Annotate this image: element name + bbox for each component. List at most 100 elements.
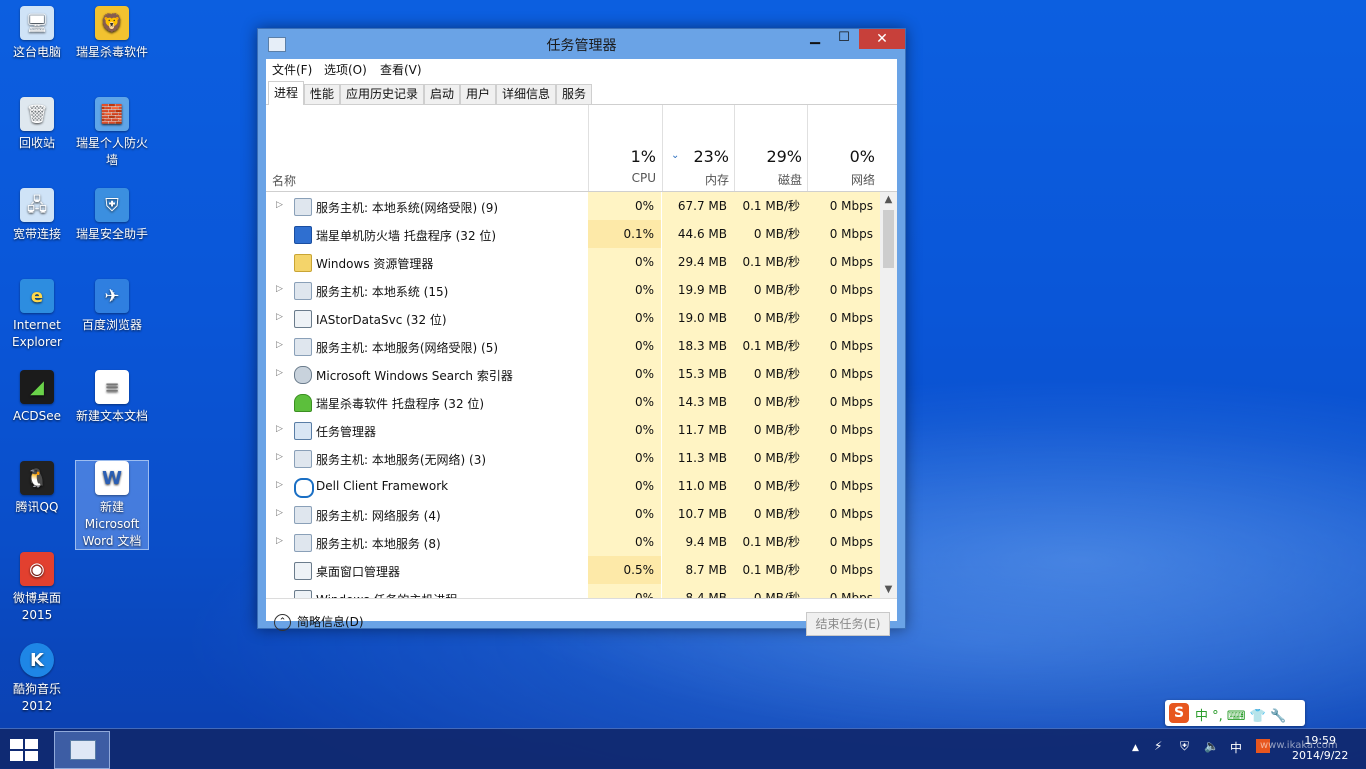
tray-overflow-icon[interactable]: ▲ (1132, 743, 1139, 753)
memory-cell: 15.3 MB (662, 360, 734, 388)
windows-logo-icon (25, 751, 38, 761)
expand-arrow-icon[interactable]: ▷ (276, 536, 283, 546)
desktop-icon-rising-antivirus[interactable]: 🦁 瑞星杀毒软件 (76, 6, 148, 61)
vertical-scrollbar[interactable]: ▲ ▼ (880, 192, 897, 598)
table-row[interactable]: 瑞星杀毒软件 托盘程序 (32 位) 0% 14.3 MB 0 MB/秒 0 Mbps (266, 388, 880, 416)
tab-performance[interactable]: 性能 (304, 84, 340, 104)
disk-cell: 0.1 MB/秒 (734, 528, 807, 556)
cpu-cell: 0% (588, 584, 661, 598)
scroll-up-arrow-icon[interactable]: ▲ (880, 192, 897, 208)
table-row[interactable]: ▷ 服务主机: 本地系统(网络受限) (9) 0% 67.7 MB 0.1 MB/秒 0 … (266, 192, 880, 220)
tab-services[interactable]: 服务 (556, 84, 592, 104)
ime-status-text[interactable]: 中 °, ⌨ 👕 🔧 (1195, 705, 1286, 724)
desktop-icon-internet-explorer[interactable]: e Internet Explorer (1, 279, 73, 351)
memory-cell: 29.4 MB (662, 248, 734, 276)
fewer-details-label: 简略信息(D) (297, 615, 364, 629)
expand-arrow-icon[interactable]: ▷ (276, 200, 283, 210)
desktop-icon-weibo[interactable]: ◉ 微博桌面 2015 (1, 552, 73, 624)
network-cell: 0 Mbps (807, 332, 880, 360)
table-row[interactable]: ▷ 任务管理器 0% 11.7 MB 0 MB/秒 0 Mbps (266, 416, 880, 444)
expand-arrow-icon[interactable]: ▷ (276, 424, 283, 434)
tab-startup[interactable]: 启动 (424, 84, 460, 104)
table-row[interactable]: 桌面窗口管理器 0.5% 8.7 MB 0.1 MB/秒 0 Mbps (266, 556, 880, 584)
column-cpu-header[interactable]: 1% CPU (588, 105, 662, 191)
desktop-icon-qq[interactable]: 🐧 腾讯QQ (1, 461, 73, 516)
scroll-thumb[interactable] (883, 210, 894, 268)
table-row[interactable]: ▷ Microsoft Windows Search 索引器 0% 15.3 MB 0 … (266, 360, 880, 388)
tab-app-history[interactable]: 应用历史记录 (340, 84, 424, 104)
table-row[interactable]: Windows 资源管理器 0% 29.4 MB 0.1 MB/秒 0 Mbps (266, 248, 880, 276)
task-manager-icon (294, 422, 312, 440)
desktop-icon-label: 微博桌面 2015 (12, 591, 61, 622)
input-language-indicator[interactable]: 中 (1230, 739, 1242, 756)
desktop-icon-baidu-browser[interactable]: ✈ 百度浏览器 (76, 279, 148, 334)
network-icon[interactable]: ⚡ (1154, 739, 1162, 753)
expand-arrow-icon[interactable]: ▷ (276, 508, 283, 518)
task-manager-icon (70, 740, 96, 760)
desktop-icon-label: ACDSee (13, 409, 61, 423)
desktop-icon-this-pc[interactable]: 🖥 这台电脑 (1, 6, 73, 61)
disk-label: 磁盘 (777, 173, 802, 187)
table-row[interactable]: ▷ IAStorDataSvc (32 位) 0% 19.0 MB 0 MB/秒 0 Mb… (266, 304, 880, 332)
taskbar-task-manager[interactable] (54, 731, 110, 769)
memory-total: 23% (693, 147, 729, 166)
table-row[interactable]: ▷ 服务主机: 网络服务 (4) 0% 10.7 MB 0 MB/秒 0 Mbps (266, 500, 880, 528)
table-row[interactable]: ▷ 服务主机: 本地服务(无网络) (3) 0% 11.3 MB 0 MB/秒 0 Mbp… (266, 444, 880, 472)
fewer-details-button[interactable]: ⌃ 简略信息(D) (274, 613, 364, 631)
desktop-icon-new-word-doc[interactable]: W 新建 Microsoft Word 文档 (75, 460, 149, 550)
expand-arrow-icon[interactable]: ▷ (276, 312, 283, 322)
maximize-button[interactable]: ☐ (830, 29, 858, 49)
expand-arrow-icon[interactable]: ▷ (276, 452, 283, 462)
scroll-down-arrow-icon[interactable]: ▼ (880, 582, 897, 598)
tab-users[interactable]: 用户 (460, 84, 496, 104)
end-task-button[interactable]: 结束任务(E) (806, 612, 890, 636)
desktop-icon-rising-assistant[interactable]: ⛨ 瑞星安全助手 (76, 188, 148, 243)
recycle-bin-icon: 🗑 (20, 97, 54, 131)
weibo-icon: ◉ (20, 552, 54, 586)
desktop-icon-acdsee[interactable]: ◢ ACDSee (1, 370, 73, 425)
title-bar[interactable]: 任务管理器 ▁ ☐ ✕ (258, 29, 905, 59)
table-row[interactable]: ▷ 服务主机: 本地服务 (8) 0% 9.4 MB 0.1 MB/秒 0 Mbps (266, 528, 880, 556)
memory-cell: 8.4 MB (662, 584, 734, 598)
desktop-icon-label: 新建 Microsoft Word 文档 (82, 500, 142, 548)
column-name-header[interactable]: 名称 (272, 172, 296, 189)
minimize-button[interactable]: ▁ (801, 29, 829, 49)
table-row[interactable]: Windows 任务的主机进程 0%8.4 MB0 MB/秒0 Mbps (266, 584, 880, 598)
table-row[interactable]: 瑞星单机防火墙 托盘程序 (32 位) 0.1% 44.6 MB 0 MB/秒 0 Mb… (266, 220, 880, 248)
expand-arrow-icon[interactable]: ▷ (276, 284, 283, 294)
security-tray-icon[interactable]: ⛨ (1180, 739, 1189, 754)
menu-view[interactable]: 查看(V) (380, 61, 422, 78)
network-cell: 0 Mbps (807, 276, 880, 304)
desktop-icon-broadband[interactable]: 🖧 宽带连接 (1, 188, 73, 243)
tab-details[interactable]: 详细信息 (496, 84, 556, 104)
desktop-icon-label: 瑞星个人防火墙 (76, 136, 149, 167)
tab-processes[interactable]: 进程 (268, 81, 304, 105)
desktop-icon-new-text-doc[interactable]: ≡ 新建文本文档 (76, 370, 148, 425)
volume-icon[interactable]: 🔈 (1204, 739, 1219, 753)
expand-arrow-icon[interactable]: ▷ (276, 340, 283, 350)
table-row[interactable]: ▷ Dell Client Framework 0% 11.0 MB 0 MB/秒 0 M… (266, 472, 880, 500)
table-row[interactable]: ▷ 服务主机: 本地系统 (15) 0% 19.9 MB 0 MB/秒 0 Mbps (266, 276, 880, 304)
start-button[interactable] (10, 739, 38, 761)
expand-arrow-icon[interactable]: ▷ (276, 480, 283, 490)
menu-file[interactable]: 文件(F) (272, 61, 312, 78)
desktop-icon-recycle-bin[interactable]: 🗑 回收站 (1, 97, 73, 152)
desktop-icon-kugou[interactable]: K 酷狗音乐 2012 (1, 643, 73, 715)
disk-cell: 0 MB/秒 (734, 220, 807, 248)
expand-arrow-icon[interactable]: ▷ (276, 368, 283, 378)
menu-options[interactable]: 选项(O) (324, 61, 367, 78)
cpu-cell: 0% (588, 304, 661, 332)
process-name: 瑞星单机防火墙 托盘程序 (32 位) (316, 229, 497, 243)
ime-toolbar[interactable]: S 中 °, ⌨ 👕 🔧 (1165, 700, 1305, 726)
column-disk-header[interactable]: 29% 磁盘 (734, 105, 808, 191)
column-network-header[interactable]: 0% 网络 (807, 105, 881, 191)
column-memory-header[interactable]: ⌄ 23% 内存 (662, 105, 735, 191)
table-row[interactable]: ▷ 服务主机: 本地服务(网络受限) (5) 0% 18.3 MB 0.1 MB/秒 0 … (266, 332, 880, 360)
memory-cell: 8.7 MB (662, 556, 734, 584)
sogou-ime-icon[interactable]: S (1169, 703, 1189, 723)
gear-icon (294, 282, 312, 300)
close-button[interactable]: ✕ (859, 29, 905, 49)
shield-assistant-icon: ⛨ (95, 188, 129, 222)
desktop-icon-rising-firewall[interactable]: 🧱 瑞星个人防火墙 (76, 97, 148, 169)
network-cell: 0 Mbps (807, 192, 880, 220)
